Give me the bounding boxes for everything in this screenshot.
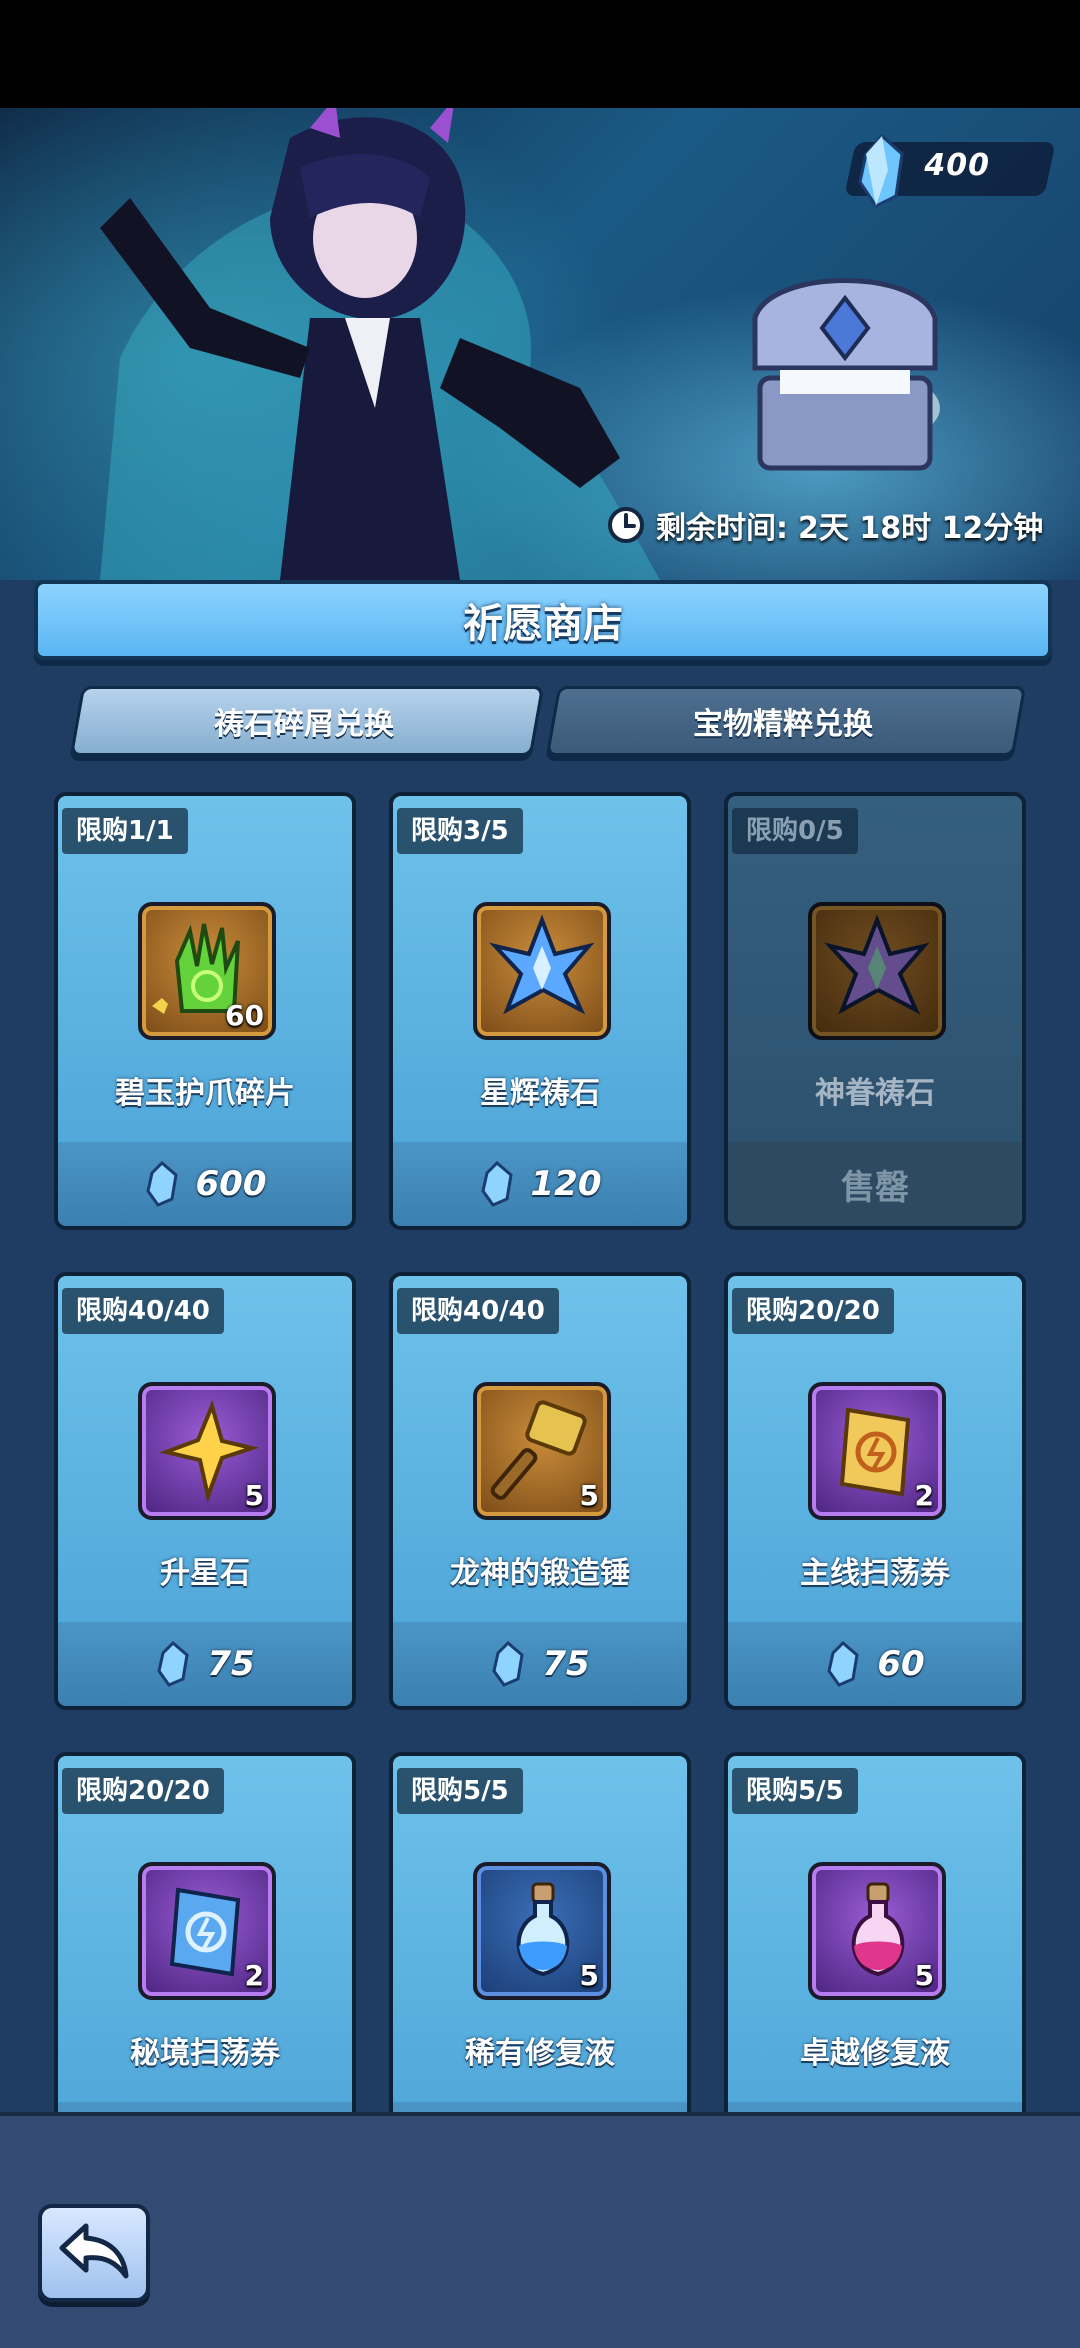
crystal-gem-icon <box>492 1641 524 1687</box>
crystal-gem-icon <box>145 1161 178 1207</box>
item-quantity: 2 <box>914 1479 934 1512</box>
item-name: 龙神的锻造锤 <box>450 1556 630 1591</box>
shop-item-card[interactable]: 限购20/20 2 主线扫荡券 60 <box>724 1272 1026 1710</box>
item-name: 碧玉护爪碎片 <box>115 1076 295 1111</box>
star-prayer-stone-icon <box>489 914 595 1015</box>
item-quantity: 60 <box>225 999 264 1032</box>
back-button[interactable] <box>38 2204 150 2302</box>
purchase-limit: 限购20/20 <box>732 1288 894 1334</box>
item-icon-frame: 5 <box>808 1862 946 2000</box>
clock-icon <box>608 507 644 543</box>
shop-item-card[interactable]: 限购40/40 5 升星石 75 <box>54 1272 356 1710</box>
item-icon-frame: 60 <box>138 902 276 1040</box>
purchase-limit: 限购5/5 <box>397 1768 523 1814</box>
item-name: 升星石 <box>160 1556 250 1591</box>
item-icon-frame: 2 <box>138 1862 276 2000</box>
item-name: 星辉祷石 <box>480 1076 600 1111</box>
sold-out-label: 售罄 <box>841 1167 909 1208</box>
time-remaining: 剩余时间: 2天 18时 12分钟 <box>606 500 1043 550</box>
price-button[interactable]: 120 <box>393 1142 687 1226</box>
treasure-chest-image <box>752 278 940 471</box>
purchase-limit: 限购3/5 <box>397 808 523 854</box>
item-quantity: 5 <box>579 1959 599 1992</box>
item-icon-frame: 5 <box>473 1862 611 2000</box>
item-quantity: 2 <box>244 1959 264 1992</box>
item-name: 稀有修复液 <box>465 2036 615 2071</box>
bottom-navigation-bar <box>0 2112 1080 2348</box>
price-button[interactable]: 75 <box>393 1622 687 1706</box>
item-name: 卓越修复液 <box>800 2036 950 2071</box>
item-icon-frame: 5 <box>473 1382 611 1520</box>
item-price: 60 <box>877 1644 925 1684</box>
divine-prayer-stone-icon <box>824 914 930 1015</box>
item-price: 600 <box>195 1164 267 1204</box>
shop-item-card[interactable]: 限购40/40 5 龙神的锻造锤 75 <box>389 1272 691 1710</box>
status-bar <box>0 0 1080 108</box>
price-button[interactable]: 600 <box>58 1142 352 1226</box>
price-button[interactable]: 75 <box>58 1622 352 1706</box>
sold-out-strip: 售罄 <box>728 1142 1022 1226</box>
item-name: 神眷祷石 <box>815 1076 935 1111</box>
item-quantity: 5 <box>244 1479 264 1512</box>
item-quantity: 5 <box>579 1479 599 1512</box>
crystal-gem-icon <box>827 1641 859 1687</box>
tab-treasure-essence-exchange-label[interactable]: 宝物精粹兑换 <box>552 686 1014 756</box>
shop-item-card-sold-out: 限购0/5 神眷祷石 售罄 <box>724 792 1026 1230</box>
item-icon-frame: 2 <box>808 1382 946 1520</box>
item-price: 120 <box>530 1164 602 1204</box>
purchase-limit: 限购5/5 <box>732 1768 858 1814</box>
item-name: 秘境扫荡券 <box>130 2036 280 2071</box>
timer-label: 剩余时间: <box>656 511 788 546</box>
purchase-limit: 限购40/40 <box>397 1288 559 1334</box>
purchase-limit: 限购0/5 <box>732 808 858 854</box>
item-icon-frame <box>473 902 611 1040</box>
item-quantity: 5 <box>914 1959 934 1992</box>
crystal-gem-icon <box>480 1161 513 1207</box>
currency-amount: 400 <box>924 148 990 183</box>
shop-banner: 400 剩余时间: 2天 18时 12分钟 <box>0 108 1080 580</box>
purchase-limit: 限购20/20 <box>62 1768 224 1814</box>
character-illustration <box>100 108 660 580</box>
crystal-gem-icon <box>858 134 904 208</box>
purchase-limit: 限购1/1 <box>62 808 188 854</box>
price-button[interactable]: 60 <box>728 1622 1022 1706</box>
crystal-gem-icon <box>157 1641 189 1687</box>
item-price: 75 <box>207 1644 255 1684</box>
shop-item-card[interactable]: 限购3/5 星辉祷石 120 <box>389 792 691 1230</box>
item-icon-frame <box>808 902 946 1040</box>
item-icon-frame: 5 <box>138 1382 276 1520</box>
shop-item-card[interactable]: 限购1/1 60 碧玉护爪碎片 600 <box>54 792 356 1230</box>
shop-title: 祈愿商店 <box>34 580 1052 660</box>
item-price: 75 <box>542 1644 590 1684</box>
purchase-limit: 限购40/40 <box>62 1288 224 1334</box>
tab-prayer-stone-exchange-label[interactable]: 祷石碎屑兑换 <box>76 686 532 756</box>
item-name: 主线扫荡券 <box>800 1556 950 1591</box>
back-arrow-icon <box>59 2223 129 2279</box>
timer-value: 2天 18时 12分钟 <box>798 511 1044 546</box>
